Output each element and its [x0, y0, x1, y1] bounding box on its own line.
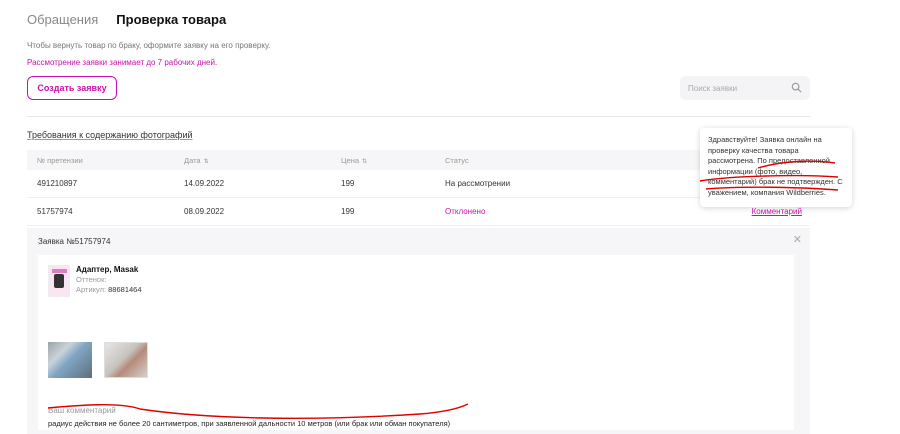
comment-link[interactable]: Комментарий — [752, 207, 802, 216]
create-request-button[interactable]: Создать заявку — [27, 76, 117, 100]
sort-icon[interactable]: ⇅ — [204, 159, 209, 165]
attached-photo[interactable] — [48, 342, 92, 378]
product-image[interactable] — [48, 265, 70, 297]
table-row[interactable]: 51757974 08.09.2022 199 Отклонено Коммен… — [27, 198, 810, 226]
processing-time-text: Рассмотрение заявки занимает до 7 рабочи… — [27, 58, 218, 67]
request-title: Заявка №51757974 — [38, 237, 111, 246]
tab-appeals[interactable]: Обращения — [27, 12, 98, 27]
request-card: Адаптер, Masak Оттенок: Артикул: 8868146… — [38, 255, 794, 430]
row-price: 199 — [341, 207, 355, 216]
requests-table: № претензии Дата ⇅ Цена ⇅ Статус 491210897… — [27, 150, 810, 226]
search-icon[interactable] — [791, 82, 802, 93]
row-status: На рассмотрении — [445, 179, 511, 188]
header-date[interactable]: Дата ⇅ — [184, 156, 341, 165]
sort-icon[interactable]: ⇅ — [362, 159, 367, 165]
comment-label: Ваш комментарий — [48, 406, 116, 415]
row-status: Отклонено — [445, 207, 486, 216]
product-article: Артикул: 88681464 — [76, 285, 142, 294]
table-header: № претензии Дата ⇅ Цена ⇅ Статус — [27, 150, 810, 170]
row-price: 199 — [341, 179, 355, 188]
row-date: 08.09.2022 — [184, 207, 225, 216]
row-id: 51757974 — [37, 207, 73, 216]
comment-text: радиус действия не более 20 сантиметров,… — [48, 419, 451, 428]
request-details-panel: Заявка №51757974 ✕ Адаптер, Masak Оттено… — [27, 228, 810, 434]
info-text: Чтобы вернуть товар по браку, оформите з… — [27, 41, 271, 50]
product-shade: Оттенок: — [76, 275, 107, 284]
tabs: Обращения Проверка товара — [27, 12, 226, 27]
header-price[interactable]: Цена ⇅ — [341, 156, 445, 165]
tab-product-check[interactable]: Проверка товара — [116, 12, 226, 27]
photo-requirements-link[interactable]: Требования к содержанию фотографий — [27, 130, 193, 140]
row-id: 491210897 — [37, 179, 78, 188]
search-box — [680, 76, 810, 100]
row-date: 14.09.2022 — [184, 179, 225, 188]
close-icon[interactable]: ✕ — [793, 233, 802, 246]
table-row[interactable]: 491210897 14.09.2022 199 На рассмотрении — [27, 170, 810, 198]
attached-photo[interactable] — [104, 342, 148, 378]
comment-tooltip: Здравствуйте! Заявка онлайн на проверку … — [700, 128, 852, 207]
header-status: Статус — [445, 155, 469, 165]
divider — [27, 116, 810, 117]
product-name: Адаптер, Masak — [76, 265, 139, 274]
header-id: № претензии — [37, 155, 83, 165]
